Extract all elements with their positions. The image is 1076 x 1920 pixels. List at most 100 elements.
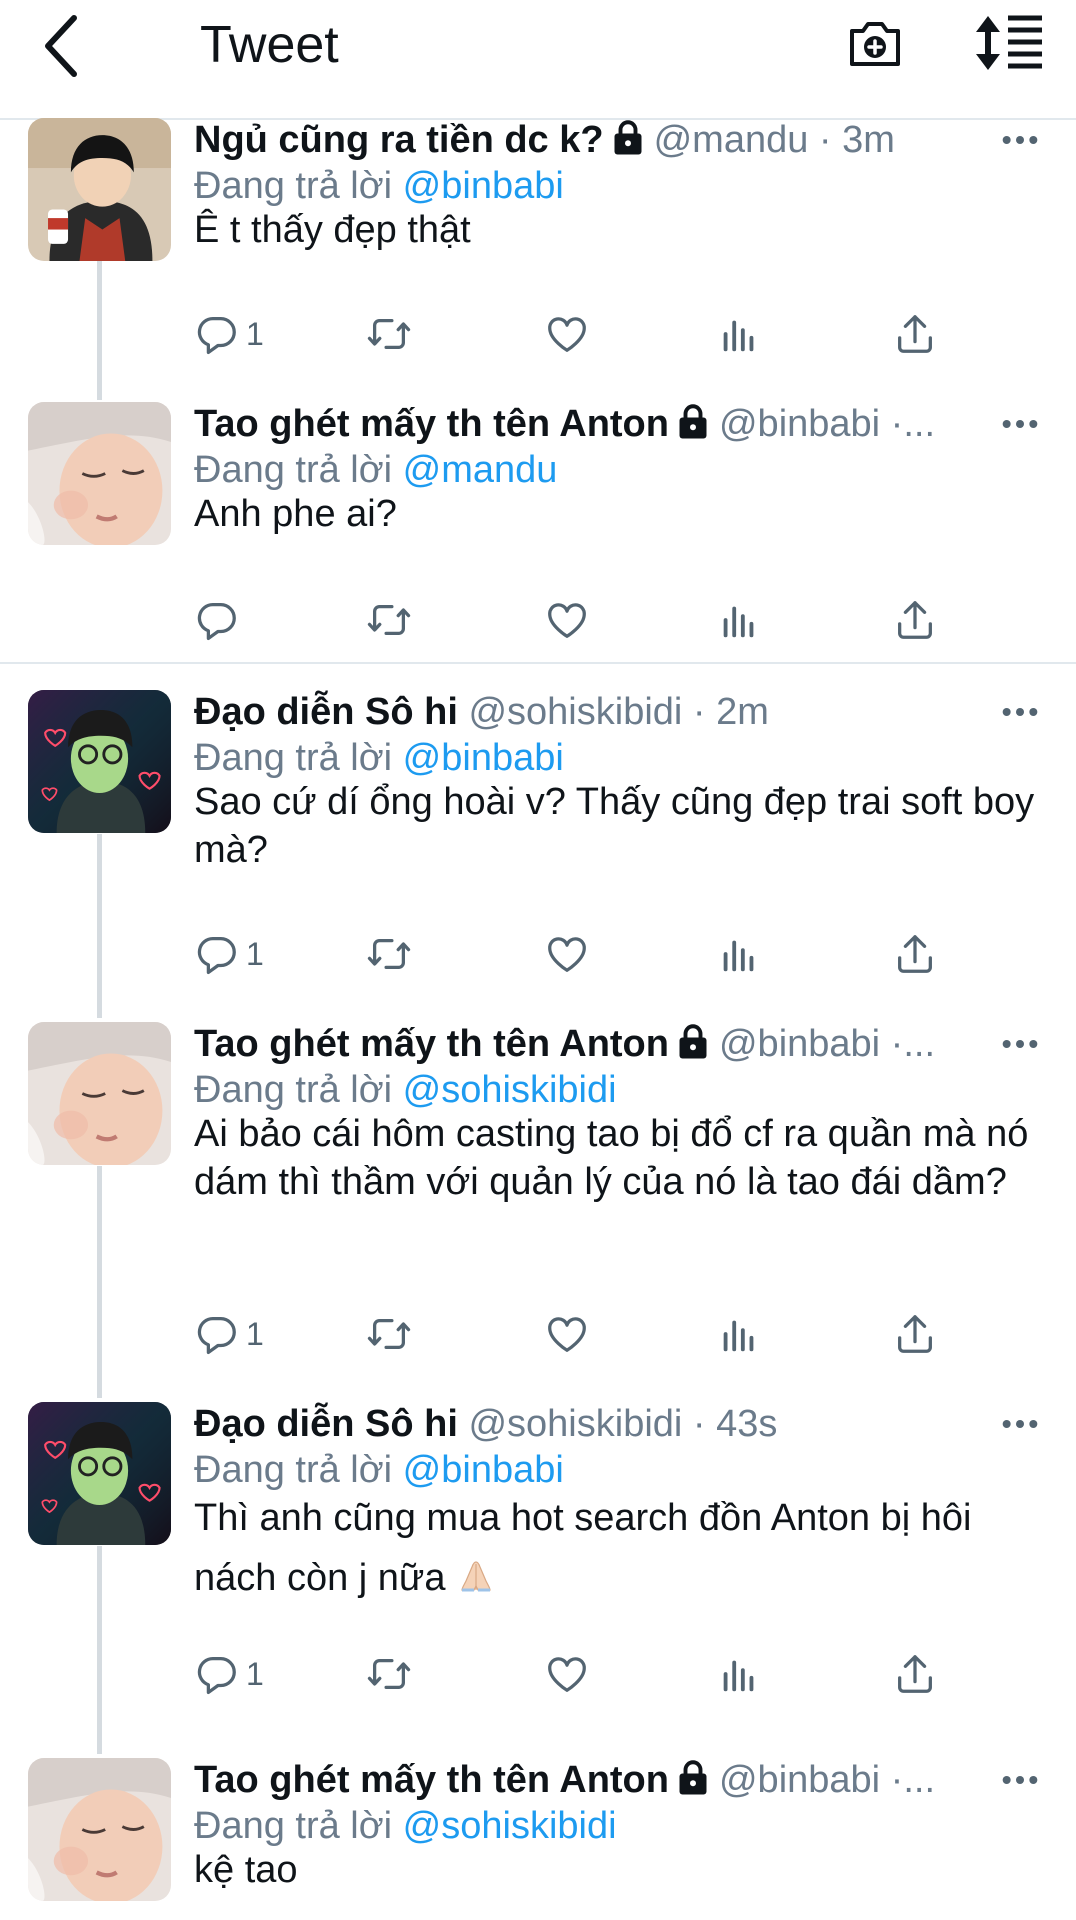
like-button[interactable] bbox=[544, 592, 590, 648]
folded-hands-emoji bbox=[461, 1561, 491, 1592]
mention-link[interactable]: @sohiskibidi bbox=[403, 1069, 617, 1111]
like-button[interactable] bbox=[544, 926, 590, 982]
top-bar: Tweet bbox=[0, 0, 1076, 120]
share-icon bbox=[892, 597, 938, 643]
reply-icon bbox=[194, 1651, 240, 1697]
retweet-button[interactable] bbox=[366, 306, 412, 362]
back-button[interactable] bbox=[40, 12, 80, 80]
display-name[interactable]: Tao ghét mấy th tên Anton bbox=[194, 1759, 669, 1801]
views-button[interactable] bbox=[716, 926, 762, 982]
display-name[interactable]: Đạo diễn Sô hi bbox=[194, 1403, 458, 1445]
reply-button[interactable]: 1 bbox=[194, 1646, 264, 1702]
retweet-button[interactable] bbox=[366, 926, 412, 982]
more-button[interactable] bbox=[1000, 692, 1040, 732]
tweet-text: Thì anh cũng mua hot search đồn Anton bị… bbox=[194, 1497, 972, 1599]
tweet-text: Ai bảo cái hôm casting tao bị đổ cf ra q… bbox=[194, 1113, 1029, 1203]
avatar[interactable] bbox=[28, 118, 171, 261]
views-button[interactable] bbox=[716, 1646, 762, 1702]
avatar[interactable] bbox=[28, 1022, 171, 1165]
thread-line bbox=[97, 1546, 102, 1754]
tweet-text: kệ tao bbox=[194, 1849, 298, 1891]
avatar[interactable] bbox=[28, 1758, 171, 1901]
tweet-text: Ê t thấy đẹp thật bbox=[194, 209, 471, 251]
thread-line bbox=[97, 834, 102, 1018]
lock-icon bbox=[675, 1760, 711, 1796]
share-icon bbox=[892, 931, 938, 977]
views-button[interactable] bbox=[716, 306, 762, 362]
views-icon bbox=[716, 311, 762, 357]
action-bar: 1 bbox=[194, 926, 954, 982]
retweet-button[interactable] bbox=[366, 1306, 412, 1362]
avatar[interactable] bbox=[28, 1402, 171, 1545]
more-icon bbox=[1000, 1404, 1040, 1444]
more-button[interactable] bbox=[1000, 1404, 1040, 1444]
mention-link[interactable]: @mandu bbox=[403, 449, 558, 491]
more-icon bbox=[1000, 1024, 1040, 1064]
more-button[interactable] bbox=[1000, 404, 1040, 444]
replying-to: Đang trả lời @binbabi bbox=[194, 737, 564, 779]
handle-time[interactable]: @mandu · 3m bbox=[654, 119, 895, 161]
handle-time[interactable]: @binbabi ·... bbox=[719, 1759, 935, 1801]
action-bar: 1 bbox=[194, 1646, 954, 1702]
reply-count: 1 bbox=[246, 935, 264, 972]
mention-link[interactable]: @sohiskibidi bbox=[403, 1805, 617, 1847]
reply-button[interactable]: 1 bbox=[194, 306, 264, 362]
more-button[interactable] bbox=[1000, 1760, 1040, 1800]
reply-button[interactable] bbox=[194, 592, 246, 648]
like-icon bbox=[544, 311, 590, 357]
replying-to: Đang trả lời @binbabi bbox=[194, 165, 564, 207]
avatar[interactable] bbox=[28, 690, 171, 833]
reply-icon bbox=[194, 1311, 240, 1357]
action-bar: 1 bbox=[194, 1306, 954, 1362]
reply-button[interactable]: 1 bbox=[194, 1306, 264, 1362]
mention-link[interactable]: @binbabi bbox=[403, 737, 564, 779]
views-button[interactable] bbox=[716, 592, 762, 648]
more-icon bbox=[1000, 120, 1040, 160]
handle-time[interactable]: @sohiskibidi · 2m bbox=[468, 691, 768, 733]
avatar[interactable] bbox=[28, 402, 171, 545]
retweet-icon bbox=[366, 931, 412, 977]
more-button[interactable] bbox=[1000, 1024, 1040, 1064]
views-button[interactable] bbox=[716, 1306, 762, 1362]
retweet-button[interactable] bbox=[366, 592, 412, 648]
action-bar: 1 bbox=[194, 306, 954, 362]
divider bbox=[0, 662, 1076, 664]
share-icon bbox=[892, 1651, 938, 1697]
mention-link[interactable]: @binbabi bbox=[403, 165, 564, 207]
like-icon bbox=[544, 1311, 590, 1357]
sort-button[interactable] bbox=[974, 14, 1044, 72]
views-icon bbox=[716, 597, 762, 643]
share-button[interactable] bbox=[892, 926, 938, 982]
action-bar bbox=[194, 592, 954, 648]
reply-icon bbox=[194, 931, 240, 977]
more-icon bbox=[1000, 1760, 1040, 1800]
handle-time[interactable]: @binbabi ·... bbox=[719, 403, 935, 445]
share-button[interactable] bbox=[892, 592, 938, 648]
more-button[interactable] bbox=[1000, 120, 1040, 160]
reply-button[interactable]: 1 bbox=[194, 926, 264, 982]
camera-add-icon bbox=[850, 22, 900, 66]
display-name[interactable]: Tao ghét mấy th tên Anton bbox=[194, 403, 669, 445]
reply-count: 1 bbox=[246, 1655, 264, 1692]
retweet-icon bbox=[366, 311, 412, 357]
camera-button[interactable] bbox=[846, 14, 904, 72]
reply-count: 1 bbox=[246, 315, 264, 352]
like-button[interactable] bbox=[544, 1646, 590, 1702]
display-name[interactable]: Tao ghét mấy th tên Anton bbox=[194, 1023, 669, 1065]
display-name[interactable]: Đạo diễn Sô hi bbox=[194, 691, 458, 733]
more-icon bbox=[1000, 404, 1040, 444]
views-icon bbox=[716, 1651, 762, 1697]
handle-time[interactable]: @sohiskibidi · 43s bbox=[468, 1403, 777, 1445]
replying-to: Đang trả lời @mandu bbox=[194, 449, 558, 491]
share-button[interactable] bbox=[892, 1646, 938, 1702]
share-button[interactable] bbox=[892, 306, 938, 362]
mention-link[interactable]: @binbabi bbox=[403, 1449, 564, 1491]
display-name[interactable]: Ngủ cũng ra tiền dc k? bbox=[194, 119, 604, 161]
page-title: Tweet bbox=[200, 16, 339, 74]
share-button[interactable] bbox=[892, 1306, 938, 1362]
like-button[interactable] bbox=[544, 306, 590, 362]
handle-time[interactable]: @binbabi ·... bbox=[719, 1023, 935, 1065]
like-button[interactable] bbox=[544, 1306, 590, 1362]
retweet-button[interactable] bbox=[366, 1646, 412, 1702]
retweet-icon bbox=[366, 1311, 412, 1357]
